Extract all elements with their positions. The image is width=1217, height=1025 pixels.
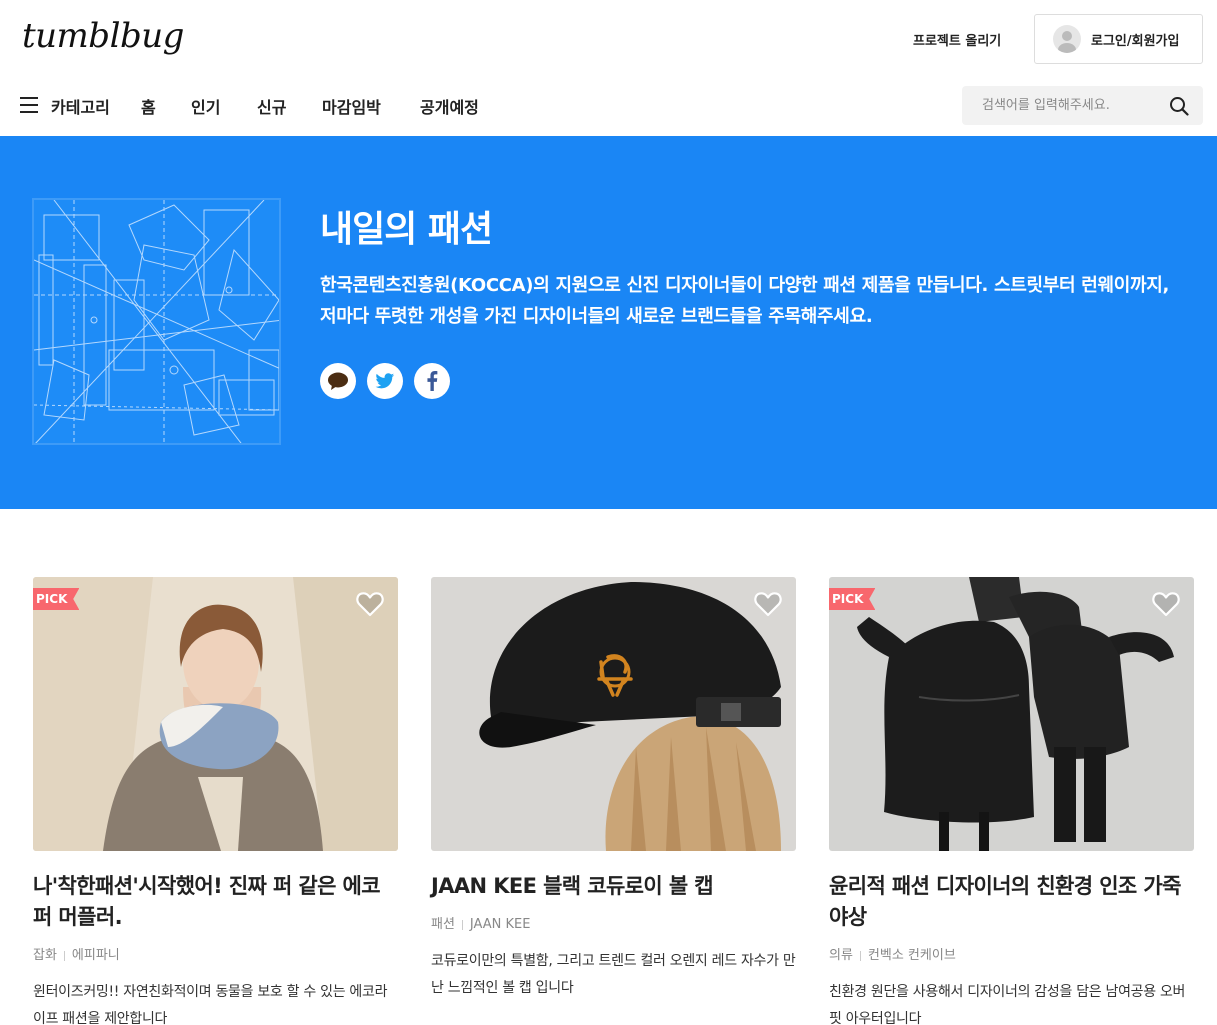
nav-home[interactable]: 홈 — [141, 94, 156, 118]
tumblbug-logo[interactable]: tumblbug — [22, 16, 184, 56]
login-signup-label: 로그인/회원가입 — [1091, 33, 1180, 49]
heart-icon[interactable] — [1152, 591, 1180, 617]
collection-hero: 내일의 패션 한국콘텐츠진흥원(KOCCA)의 지원으로 신진 디자이너들이 다… — [0, 136, 1217, 509]
project-thumbnail[interactable] — [431, 577, 796, 851]
collection-description: 한국콘텐츠진흥원(KOCCA)의 지원으로 신진 디자이너들이 다양한 패션 제… — [320, 275, 1170, 327]
project-meta: 잡화 에피파니 — [33, 944, 398, 963]
project-thumbnail[interactable]: PICK — [33, 577, 398, 851]
project-meta: 패션 JAAN KEE — [431, 913, 796, 932]
user-avatar-icon — [1053, 25, 1081, 53]
nav-popular[interactable]: 인기 — [191, 94, 220, 118]
project-creator[interactable]: 컨벡소 컨케이브 — [868, 948, 956, 963]
hamburger-menu-icon[interactable] — [20, 97, 38, 113]
meta-divider — [63, 950, 65, 961]
twitter-icon[interactable] — [367, 363, 403, 399]
nav-ending-soon[interactable]: 마감임박 — [322, 94, 381, 118]
collection-title: 내일의 패션 — [320, 209, 493, 250]
project-title[interactable]: JAAN KEE 블랙 코듀로이 볼 캡 — [431, 871, 796, 902]
heart-icon[interactable] — [356, 591, 384, 617]
nav-new[interactable]: 신규 — [257, 94, 286, 118]
project-card[interactable]: PICK 나'착한패션'시작했어! 진짜 퍼 같은 에코퍼 머플러. 잡화 에피파… — [33, 577, 398, 1025]
project-category[interactable]: 패션 — [431, 917, 455, 932]
meta-divider — [859, 950, 861, 961]
pick-badge: PICK — [33, 588, 80, 610]
project-description: 코듀로이만의 특별함, 그리고 트렌드 컬러 오렌지 레드 자수가 만난 느낌적… — [431, 953, 796, 996]
hero-pattern-image — [32, 198, 281, 445]
upload-project-link[interactable]: 프로젝트 올리기 — [913, 30, 1001, 49]
project-description: 친환경 원단을 사용해서 디자이너의 감성을 담은 남여공용 오버핏 아우터입니… — [829, 984, 1186, 1025]
top-header: tumblbug 프로젝트 올리기 로그인/회원가입 — [0, 0, 1217, 78]
facebook-icon[interactable] — [414, 363, 450, 399]
nav-upcoming[interactable]: 공개예정 — [420, 94, 479, 118]
project-title[interactable]: 나'착한패션'시작했어! 진짜 퍼 같은 에코퍼 머플러. — [33, 871, 398, 933]
search-box — [962, 86, 1203, 125]
login-signup-button[interactable]: 로그인/회원가입 — [1034, 14, 1203, 64]
nav-category[interactable]: 카테고리 — [51, 94, 110, 118]
search-input[interactable] — [962, 86, 1162, 125]
project-thumbnail[interactable]: PICK — [829, 577, 1194, 851]
project-card[interactable]: JAAN KEE 블랙 코듀로이 볼 캡 패션 JAAN KEE 코듀로이만의 특… — [431, 577, 796, 1002]
project-meta: 의류 컨벡소 컨케이브 — [829, 944, 1194, 963]
project-title[interactable]: 윤리적 패션 디자이너의 친환경 인조 가죽 야상 — [829, 871, 1194, 933]
project-category[interactable]: 의류 — [829, 948, 853, 963]
project-creator[interactable]: 에피파니 — [72, 948, 120, 963]
pick-badge: PICK — [829, 588, 876, 610]
project-card[interactable]: PICK 윤리적 패션 디자이너의 친환경 인조 가죽 야상 의류 컨벡소 컨케이… — [829, 577, 1194, 1025]
main-nav: 카테고리 홈 인기 신규 마감임박 공개예정 — [0, 78, 1217, 136]
search-icon[interactable] — [1169, 96, 1189, 116]
kakaotalk-icon[interactable] — [320, 363, 356, 399]
project-creator[interactable]: JAAN KEE — [470, 917, 531, 932]
project-description: 윈터이즈커밍!! 자연친화적이며 동물을 보호 할 수 있는 에코라이프 패션을… — [33, 984, 388, 1025]
heart-icon[interactable] — [754, 591, 782, 617]
project-category[interactable]: 잡화 — [33, 948, 57, 963]
meta-divider — [461, 919, 463, 930]
